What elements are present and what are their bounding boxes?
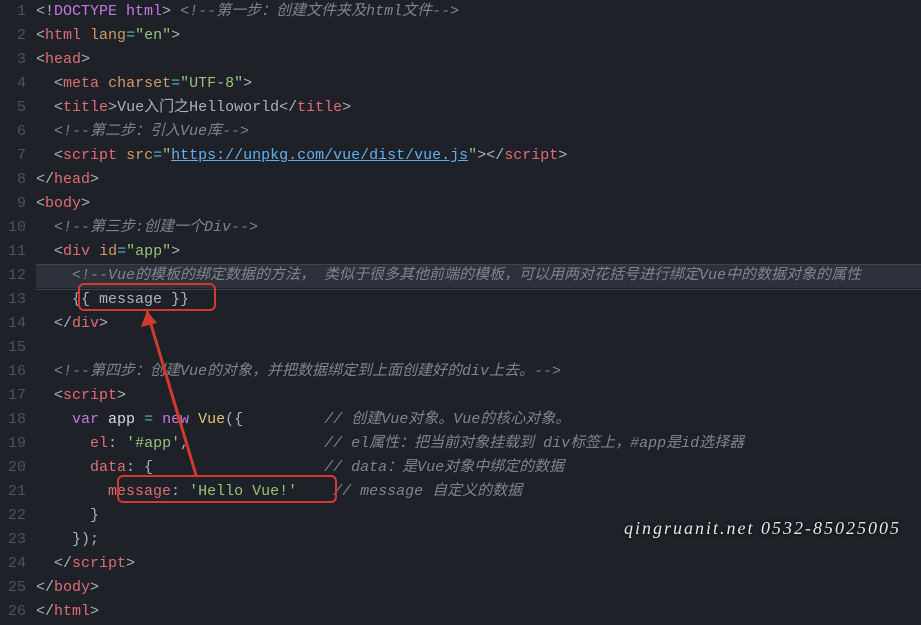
line-number: 18 xyxy=(0,408,26,432)
line-number: 26 xyxy=(0,600,26,624)
code-line[interactable]: </script> xyxy=(36,552,921,576)
code-line[interactable]: <script> xyxy=(36,384,921,408)
line-number: 14 xyxy=(0,312,26,336)
line-number: 5 xyxy=(0,96,26,120)
line-number: 25 xyxy=(0,576,26,600)
line-number: 3 xyxy=(0,48,26,72)
line-number: 22 xyxy=(0,504,26,528)
code-line[interactable]: data: { // data：是Vue对象中绑定的数据 xyxy=(36,456,921,480)
line-number: 19 xyxy=(0,432,26,456)
code-line[interactable] xyxy=(36,336,921,360)
code-line[interactable]: message: 'Hello Vue!' // message 自定义的数据 xyxy=(36,480,921,504)
code-line[interactable]: <!--第四步：创建Vue的对象，并把数据绑定到上面创建好的div上去。--> xyxy=(36,360,921,384)
line-number: 23 xyxy=(0,528,26,552)
line-number: 9 xyxy=(0,192,26,216)
code-line[interactable]: <!--第二步：引入Vue库--> xyxy=(36,120,921,144)
line-number: 2 xyxy=(0,24,26,48)
line-number: 12 xyxy=(0,264,26,288)
watermark-text: qingruanit.net 0532-85025005 xyxy=(624,516,901,540)
code-line[interactable]: <body> xyxy=(36,192,921,216)
code-line[interactable]: <title>Vue入门之Helloworld</title> xyxy=(36,96,921,120)
code-line[interactable]: <meta charset="UTF-8"> xyxy=(36,72,921,96)
code-line[interactable]: <head> xyxy=(36,48,921,72)
code-line[interactable]: el: '#app', // el属性：把当前对象挂载到 div标签上，#app… xyxy=(36,432,921,456)
line-number: 1 xyxy=(0,0,26,24)
code-line[interactable]: <html lang="en"> xyxy=(36,24,921,48)
line-number: 21 xyxy=(0,480,26,504)
line-number: 13 xyxy=(0,288,26,312)
code-line[interactable]: {{ message }} xyxy=(36,288,921,312)
line-number: 16 xyxy=(0,360,26,384)
code-line[interactable]: <!--第三步:创建一个Div--> xyxy=(36,216,921,240)
line-number: 7 xyxy=(0,144,26,168)
code-line[interactable]: </head> xyxy=(36,168,921,192)
code-line[interactable]: </div> xyxy=(36,312,921,336)
code-line-active[interactable]: <!--Vue的模板的绑定数据的方法， 类似于很多其他前端的模板，可以用两对花括… xyxy=(36,264,921,288)
line-number: 24 xyxy=(0,552,26,576)
line-number: 4 xyxy=(0,72,26,96)
code-line[interactable]: </html> xyxy=(36,600,921,624)
code-line[interactable]: <!DOCTYPE html> <!--第一步：创建文件夹及html文件--> xyxy=(36,0,921,24)
line-number: 20 xyxy=(0,456,26,480)
line-number: 8 xyxy=(0,168,26,192)
code-line[interactable]: <script src="https://unpkg.com/vue/dist/… xyxy=(36,144,921,168)
line-number: 15 xyxy=(0,336,26,360)
line-number: 10 xyxy=(0,216,26,240)
line-number: 17 xyxy=(0,384,26,408)
line-number: 6 xyxy=(0,120,26,144)
code-line[interactable]: var app = new Vue({ // 创建Vue对象。Vue的核心对象。 xyxy=(36,408,921,432)
code-line[interactable]: </body> xyxy=(36,576,921,600)
line-number: 11 xyxy=(0,240,26,264)
line-number-gutter: 1234567891011121314151617181920212223242… xyxy=(0,0,36,624)
code-line[interactable]: <div id="app"> xyxy=(36,240,921,264)
